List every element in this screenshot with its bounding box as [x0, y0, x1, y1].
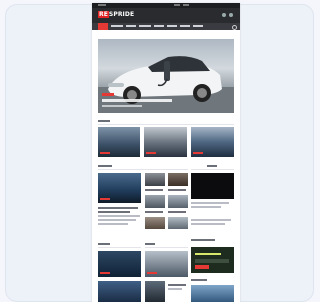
social-icon[interactable] [229, 13, 233, 17]
article-thumbnail[interactable] [98, 281, 141, 302]
email-field[interactable] [195, 259, 229, 263]
category-badge [147, 272, 157, 274]
section-heading [207, 165, 217, 167]
article-thumbnail[interactable] [98, 127, 140, 157]
article-title[interactable] [168, 189, 186, 191]
section-heading [145, 243, 155, 245]
logo-prefix: RE [98, 11, 109, 18]
article-thumbnail[interactable] [145, 251, 188, 277]
nav-item[interactable] [167, 25, 177, 27]
nav-item[interactable] [193, 25, 203, 27]
nav-item-home[interactable] [98, 23, 108, 30]
site-logo[interactable]: RESPRIDE [98, 11, 134, 19]
category-badge [146, 152, 156, 154]
article-title[interactable] [168, 211, 186, 213]
article-excerpt [98, 219, 136, 221]
nav-item[interactable] [126, 25, 136, 27]
category-badge [193, 152, 203, 154]
section-heading [98, 243, 110, 245]
section-heading [98, 120, 110, 122]
widget-text [191, 206, 221, 208]
article-thumbnail[interactable] [145, 217, 165, 229]
section-divider [98, 124, 234, 125]
nav-item[interactable] [180, 25, 190, 27]
widget-text [191, 223, 225, 225]
hero-meta [102, 105, 142, 107]
article-excerpt [98, 223, 128, 225]
main-navigation [92, 23, 240, 30]
category-badge [100, 152, 110, 154]
subscribe-button[interactable] [195, 265, 209, 269]
section-divider [98, 247, 141, 248]
article-title[interactable] [145, 189, 163, 191]
article-thumbnail[interactable] [145, 173, 165, 186]
section-heading [98, 165, 112, 167]
article-thumbnail[interactable] [98, 251, 141, 277]
article-thumbnail[interactable] [145, 195, 165, 208]
article-thumbnail[interactable] [144, 127, 187, 157]
nav-item[interactable] [111, 25, 123, 27]
section-divider [98, 169, 188, 170]
hero-headline [102, 99, 172, 102]
article-thumbnail[interactable] [168, 195, 188, 208]
article-thumbnail[interactable] [191, 127, 234, 157]
widget-text [191, 219, 231, 221]
logo-text: SPRIDE [108, 11, 135, 18]
article-title[interactable] [145, 211, 163, 213]
section-divider [145, 247, 188, 248]
social-icon[interactable] [222, 13, 226, 17]
article-title[interactable] [168, 284, 186, 286]
section-heading [191, 279, 207, 281]
article-thumbnail[interactable] [191, 285, 234, 302]
category-badge [102, 93, 114, 96]
article-title[interactable] [98, 211, 130, 213]
category-badge [100, 198, 110, 200]
article-thumbnail[interactable] [145, 281, 165, 302]
article-thumbnail[interactable] [168, 217, 188, 229]
widget-text [195, 253, 221, 255]
article-thumbnail[interactable] [98, 173, 141, 203]
category-badge [100, 272, 110, 274]
site-header: RESPRIDE [92, 8, 240, 23]
hero-image[interactable] [98, 39, 234, 113]
article-meta [168, 288, 182, 290]
video-thumbnail[interactable] [191, 173, 234, 199]
newsletter-widget[interactable] [191, 247, 234, 273]
article-thumbnail[interactable] [168, 173, 188, 186]
website-preview: RESPRIDE [92, 3, 240, 302]
section-divider [191, 169, 234, 170]
nav-item[interactable] [154, 25, 164, 27]
article-title[interactable] [98, 207, 138, 209]
widget-text [191, 202, 229, 204]
search-icon[interactable] [232, 25, 237, 30]
article-excerpt [98, 215, 140, 217]
section-heading [191, 239, 215, 241]
nav-item[interactable] [139, 25, 151, 27]
